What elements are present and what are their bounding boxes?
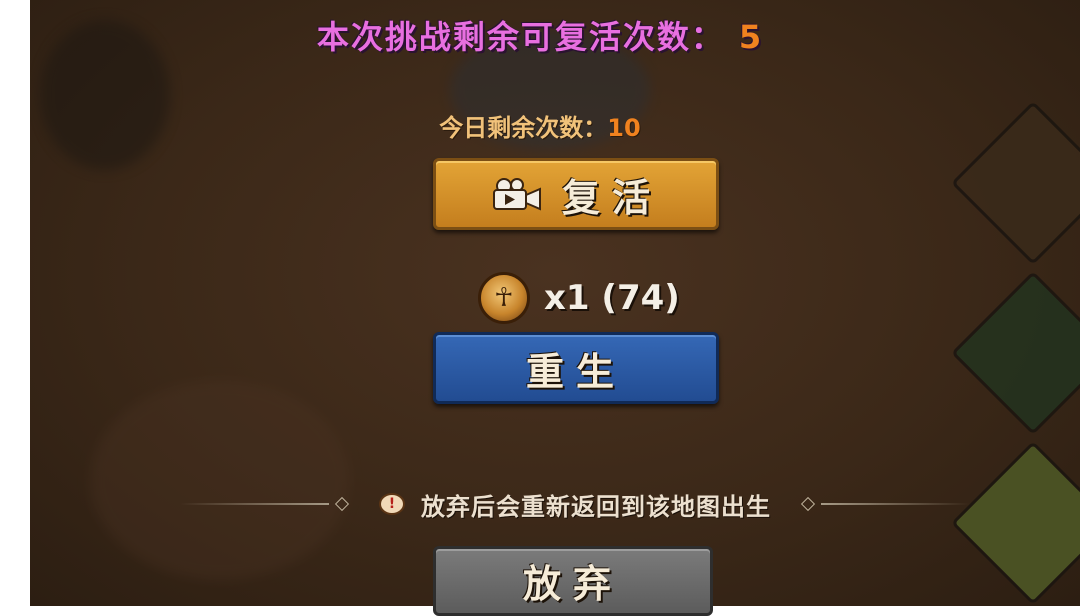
give-up-warning: ! 放弃后会重新返回到该地图出生 [180,486,970,522]
ankh-coin-icon: ☥ [478,272,530,324]
divider-left [180,503,329,505]
daily-remaining-label: 今日剩余次数： [439,114,608,142]
background-floor-shade [90,380,350,580]
divider-right [821,503,970,505]
reborn-button-label: 重生 [525,349,626,394]
daily-remaining-number: 10 [607,114,641,142]
revive-button-label: 复活 [561,175,662,220]
challenge-revive-number: 5 [738,18,764,56]
side-tile-bottom [950,440,1080,606]
reborn-cost-text: x1 (74) [544,278,680,318]
exclamation-icon: ! [379,493,405,515]
revive-button[interactable]: 复活 [433,158,719,230]
challenge-revive-count: 本次挑战剩余可复活次数： 5 [0,12,1080,58]
challenge-revive-label: 本次挑战剩余可复活次数： [316,18,725,56]
reborn-cost: ☥ x1 (74) [478,272,680,324]
reborn-button[interactable]: 重生 [433,332,719,404]
give-up-warning-text: 放弃后会重新返回到该地图出生 [421,492,771,521]
give-up-button-label: 放弃 [522,562,623,606]
side-tile-middle [950,270,1080,436]
daily-remaining-count: 今日剩余次数：10 [0,108,1080,143]
divider-diamond-right [800,496,816,512]
video-camera-icon [492,178,541,211]
divider-diamond-left [334,496,350,512]
